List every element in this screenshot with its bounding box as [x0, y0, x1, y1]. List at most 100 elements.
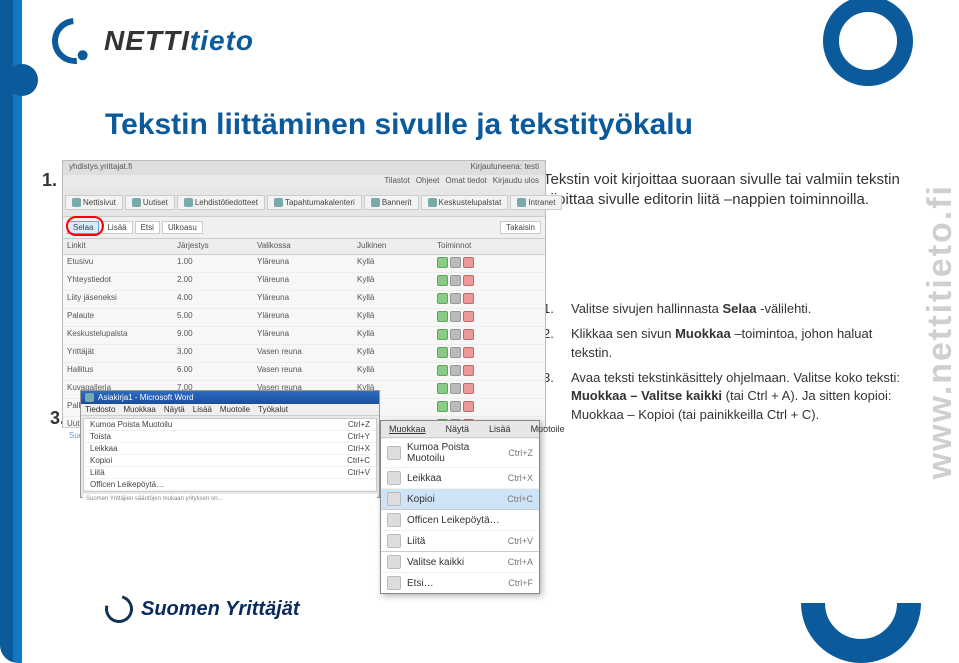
col-jarjestys: Järjestys — [177, 241, 257, 252]
tab-lehdisto[interactable]: Lehdistötiedotteet — [177, 195, 265, 210]
cut-icon — [387, 471, 401, 485]
step-3: 3. Avaa teksti tekstinkäsittely ohjelmaa… — [543, 369, 903, 426]
ctx-head: Muokkaa Näytä Lisää Muotoile — [381, 421, 539, 438]
settings-icon[interactable] — [450, 401, 461, 412]
word-edit-item[interactable]: KopioiCtrl+C — [84, 455, 376, 467]
tool-etsi[interactable]: Etsi — [135, 221, 160, 234]
delete-icon[interactable] — [463, 365, 474, 376]
ctx-item[interactable]: LeikkaaCtrl+X — [381, 467, 539, 488]
word-menu-lisaa[interactable]: Lisää — [193, 405, 212, 414]
col-toiminnot: Toiminnot — [437, 241, 497, 252]
table-row: Palaute5.00YläreunaKyllä — [63, 309, 545, 327]
delete-icon[interactable] — [463, 347, 474, 358]
word-edit-item[interactable]: ToistaCtrl+Y — [84, 431, 376, 443]
delete-icon[interactable] — [463, 401, 474, 412]
find-icon — [387, 576, 401, 590]
topright-ohjeet[interactable]: Ohjeet — [416, 176, 440, 188]
edit-icon[interactable] — [437, 383, 448, 394]
ctx-item[interactable]: Kumoa Poista MuotoiluCtrl+Z — [381, 438, 539, 467]
bottom-disc — [801, 543, 921, 663]
ctx-head-muokkaa[interactable]: Muokkaa — [385, 423, 430, 435]
brand-left: NETTI — [104, 25, 190, 56]
undo-icon — [387, 446, 401, 460]
tab-nettisivut[interactable]: Nettisivut — [65, 195, 123, 210]
table-row: Keskustelupalsta9.00YläreunaKyllä — [63, 327, 545, 345]
ctx-item[interactable]: KopioiCtrl+C — [381, 488, 539, 509]
settings-icon[interactable] — [450, 257, 461, 268]
step-2-text: Klikkaa sen sivun Muokkaa –toimintoa, jo… — [571, 325, 903, 363]
table-row: Yhteystiedot2.00YläreunaKyllä — [63, 273, 545, 291]
delete-icon[interactable] — [463, 257, 474, 268]
step-2: 2. Klikkaa sen sivun Muokkaa –toimintoa,… — [543, 325, 903, 363]
word-menu-nayta[interactable]: Näytä — [164, 405, 185, 414]
selectall-icon — [387, 555, 401, 569]
left-accent — [0, 0, 22, 663]
table-row: Hallitus6.00Vasen reunaKyllä — [63, 363, 545, 381]
word-edit-item[interactable]: Officen Leikepöytä… — [84, 479, 376, 491]
settings-icon[interactable] — [450, 383, 461, 394]
table-row: Etusivu1.00YläreunaKyllä — [63, 255, 545, 273]
edit-icon[interactable] — [437, 293, 448, 304]
word-title: Asiakirja1 - Microsoft Word — [81, 391, 379, 404]
tool-ulkoasu[interactable]: Ulkoasu — [162, 221, 203, 234]
settings-icon[interactable] — [450, 347, 461, 358]
step-1-num: 1. — [543, 300, 571, 319]
ctx-head-muotoile[interactable]: Muotoile — [527, 423, 569, 435]
topright-tilastot[interactable]: Tilastot — [384, 176, 410, 188]
admin-screenshot: yhdistys.yrittajat.fi Kirjautuneena: tes… — [62, 160, 546, 428]
word-menu-tyokalut[interactable]: Työkalut — [258, 405, 288, 414]
brand-logo: NETTItieto — [52, 18, 254, 64]
sidebar-text: www.nettitieto.fi — [921, 184, 959, 479]
delete-icon[interactable] — [463, 329, 474, 340]
footer-logo: Suomen Yrittäjät — [105, 595, 300, 623]
brand-right: tieto — [190, 25, 254, 56]
word-edit-item[interactable]: Kumoa Poista MuotoiluCtrl+Z — [84, 419, 376, 431]
edit-icon[interactable] — [437, 365, 448, 376]
delete-icon[interactable] — [463, 311, 474, 322]
word-menu-muokkaa[interactable]: Muokkaa — [123, 405, 155, 414]
table-row: Liity jäseneksi4.00YläreunaKyllä — [63, 291, 545, 309]
tool-takaisin[interactable]: Takaisin — [500, 221, 541, 234]
tab-keskustelu[interactable]: Keskustelupalstat — [421, 195, 509, 210]
word-menu-muotoile[interactable]: Muotoile — [220, 405, 250, 414]
settings-icon[interactable] — [450, 329, 461, 340]
edit-icon[interactable] — [437, 329, 448, 340]
word-body-text: Suomen Yrittäjien sääntöjen mukaan yrity… — [83, 494, 377, 524]
word-edit-item[interactable]: LeikkaaCtrl+X — [84, 443, 376, 455]
admin-login: Kirjautuneena: testi — [471, 162, 540, 174]
admin-url: yhdistys.yrittajat.fi — [69, 162, 132, 174]
edit-icon[interactable] — [437, 311, 448, 322]
ctx-head-lisaa[interactable]: Lisää — [485, 423, 515, 435]
edit-icon[interactable] — [437, 347, 448, 358]
tool-lisaa[interactable]: Lisää — [101, 221, 132, 234]
ctx-item[interactable]: Valitse kaikkiCtrl+A — [381, 551, 539, 572]
settings-icon[interactable] — [450, 293, 461, 304]
delete-icon[interactable] — [463, 293, 474, 304]
ctx-head-nayta[interactable]: Näytä — [442, 423, 474, 435]
footer-swirl-icon — [100, 590, 138, 628]
ctx-item[interactable]: Officen Leikepöytä… — [381, 509, 539, 530]
tab-uutiset[interactable]: Uutiset — [125, 195, 175, 210]
settings-icon[interactable] — [450, 365, 461, 376]
topright-omat[interactable]: Omat tiedot — [445, 176, 486, 188]
delete-icon[interactable] — [463, 383, 474, 394]
edit-icon[interactable] — [437, 257, 448, 268]
step-3-text: Avaa teksti tekstinkäsittely ohjelmaan. … — [571, 369, 903, 426]
tab-intranet[interactable]: Intranet — [510, 195, 562, 210]
intranet-icon — [517, 198, 526, 207]
word-menu-tiedosto[interactable]: Tiedosto — [85, 405, 115, 414]
settings-icon[interactable] — [450, 311, 461, 322]
ctx-item[interactable]: Etsi…Ctrl+F — [381, 572, 539, 593]
settings-icon[interactable] — [450, 275, 461, 286]
edit-icon[interactable] — [437, 275, 448, 286]
word-edit-item[interactable]: LiitäCtrl+V — [84, 467, 376, 479]
topright-logout[interactable]: Kirjaudu ulos — [493, 176, 539, 188]
edit-icon[interactable] — [437, 401, 448, 412]
col-linkit: Linkit — [67, 241, 177, 252]
tab-tapahtuma[interactable]: Tapahtumakalenteri — [267, 195, 362, 210]
intro-text: Tekstin voit kirjoittaa suoraan sivulle … — [543, 170, 903, 211]
ctx-item[interactable]: LiitäCtrl+V — [381, 530, 539, 551]
delete-icon[interactable] — [463, 275, 474, 286]
tab-bannerit[interactable]: Bannerit — [364, 195, 419, 210]
clipboard-icon — [387, 513, 401, 527]
